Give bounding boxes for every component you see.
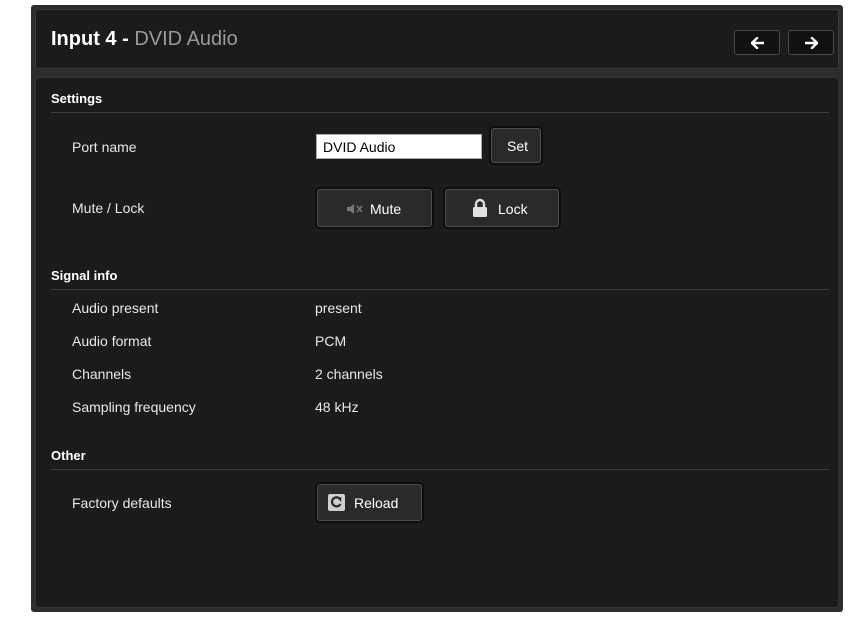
port-name-input[interactable] [316, 134, 482, 159]
audio-format-label: Audio format [72, 333, 152, 349]
input-panel: Input 4 - DVID Audio Settings Port name … [31, 5, 843, 612]
audio-present-value: present [315, 300, 362, 316]
speaker-muted-icon [347, 204, 363, 214]
mute-button[interactable]: Mute [317, 189, 432, 227]
previous-button[interactable] [734, 30, 780, 55]
set-button-label: Set [507, 138, 529, 154]
content-area: Settings Port name Set Mute / Lock Mute … [35, 77, 839, 608]
padlock-icon [473, 198, 487, 217]
audio-present-label: Audio present [72, 300, 159, 316]
audio-format-value: PCM [315, 333, 347, 349]
title-subtitle: DVID Audio [134, 28, 238, 50]
channels-label: Channels [72, 366, 132, 382]
settings-heading: Settings [51, 90, 829, 113]
arrow-left-icon [751, 37, 764, 49]
lock-button-label: Lock [498, 201, 528, 217]
factory-defaults-label: Factory defaults [72, 495, 172, 511]
page-title: Input 4 - DVID Audio [51, 27, 238, 51]
channels-value: 2 channels [315, 366, 383, 382]
port-name-label: Port name [72, 139, 137, 155]
signal-info-heading: Signal info [51, 267, 829, 290]
reload-button-label: Reload [354, 495, 399, 511]
sampling-frequency-label: Sampling frequency [72, 399, 196, 415]
lock-button[interactable]: Lock [445, 189, 559, 227]
mute-button-label: Mute [370, 201, 402, 217]
arrow-right-icon [805, 37, 818, 49]
set-button[interactable]: Set [491, 128, 541, 163]
title-main: Input 4 - [51, 28, 129, 50]
next-button[interactable] [788, 30, 834, 55]
other-heading: Other [51, 447, 829, 470]
title-bar: Input 4 - DVID Audio [35, 9, 839, 69]
reload-icon [328, 494, 345, 511]
reload-button[interactable]: Reload [317, 484, 422, 521]
sampling-frequency-value: 48 kHz [315, 399, 359, 415]
mute-lock-label: Mute / Lock [72, 200, 145, 216]
